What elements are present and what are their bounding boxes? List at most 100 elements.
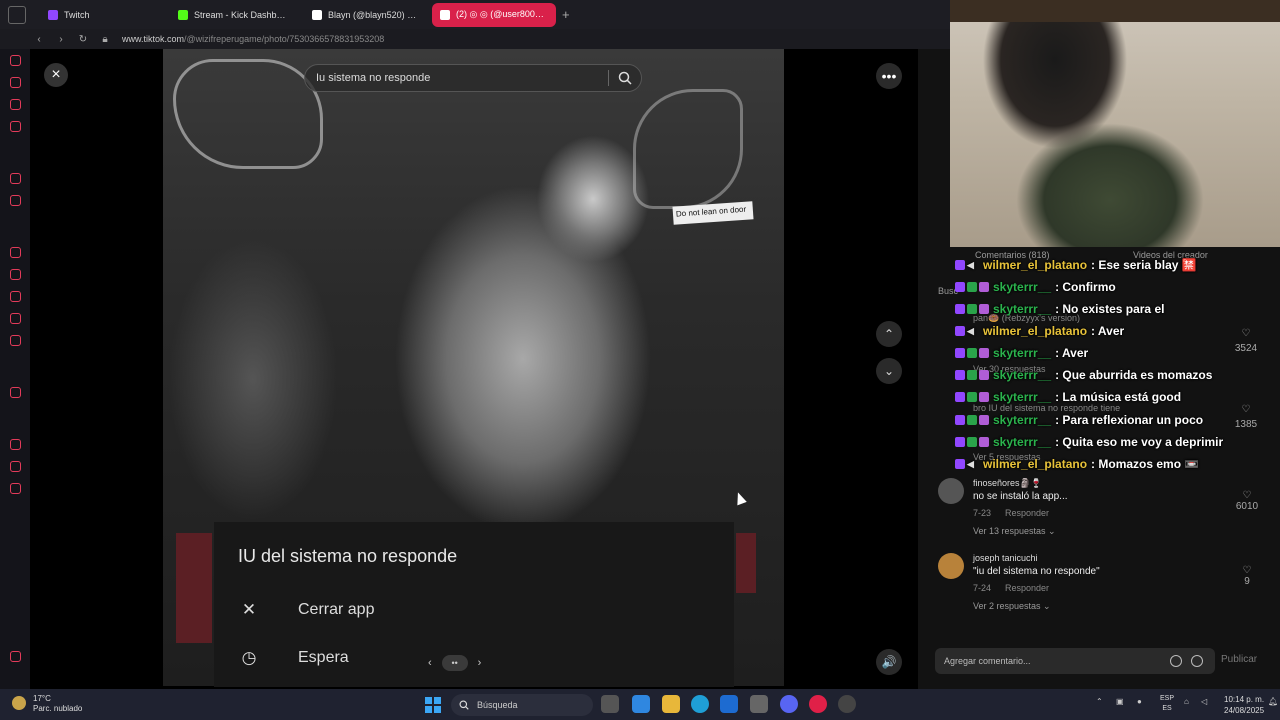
- language-indicator[interactable]: ESP ES: [1160, 694, 1174, 714]
- purple-badge-icon: [955, 415, 965, 425]
- reply-button[interactable]: Responder: [1005, 508, 1049, 518]
- like-count: 6010: [1235, 501, 1259, 512]
- close-app-option[interactable]: ✕ Cerrar app: [238, 600, 375, 620]
- url-field[interactable]: www.tiktok.com/@wizifreperugame/photo/75…: [122, 34, 384, 44]
- mention-icon[interactable]: [1170, 655, 1182, 667]
- search-input[interactable]: Iu sistema no responde: [316, 72, 608, 84]
- chat-message: ◀ wilmer_el_platano: Ese seria blay 🈲: [955, 258, 1197, 272]
- sidebar-app-icon[interactable]: [10, 651, 21, 662]
- taskbar-app-icon[interactable]: [750, 695, 768, 713]
- next-post-button[interactable]: ⌄: [876, 358, 902, 384]
- search-button[interactable]: [609, 71, 641, 85]
- network-icon[interactable]: ⌂: [1184, 697, 1189, 706]
- wait-option[interactable]: ◷ Espera: [238, 648, 349, 668]
- sidebar-app-icon[interactable]: [10, 387, 21, 398]
- green-badge-icon: [967, 282, 977, 292]
- chat-username[interactable]: skyterrr__: [993, 346, 1051, 360]
- sidebar-app-icon[interactable]: [10, 99, 21, 110]
- sidebar-app-icon[interactable]: [10, 269, 21, 280]
- taskbar-app-icon[interactable]: [601, 695, 619, 713]
- taskbar-app-icon[interactable]: [838, 695, 856, 713]
- avatar[interactable]: [938, 553, 964, 579]
- chat-username[interactable]: skyterrr__: [993, 280, 1051, 294]
- sidebar-app-icon[interactable]: [10, 121, 21, 132]
- workspace-icon[interactable]: [8, 5, 26, 24]
- heart-icon[interactable]: ♡: [1226, 404, 1266, 415]
- sidebar-app-icon[interactable]: [10, 247, 21, 258]
- dialog-title: IU del sistema no responde: [238, 546, 458, 566]
- sidebar-app-icon[interactable]: [10, 313, 21, 324]
- tray-chevron-icon[interactable]: ⌃: [1096, 697, 1103, 706]
- like-button[interactable]: ♡ 6010: [1232, 490, 1262, 512]
- new-tab-button[interactable]: +: [562, 7, 570, 22]
- heart-icon: ♡: [1242, 490, 1252, 501]
- taskbar-search[interactable]: Búsqueda: [451, 694, 593, 716]
- sidebar-app-icon[interactable]: [10, 461, 21, 472]
- publish-button[interactable]: Publicar: [1221, 654, 1257, 665]
- like-button[interactable]: ♡ 9: [1232, 565, 1262, 587]
- tray-app-icon[interactable]: ●: [1137, 697, 1142, 706]
- reply-button[interactable]: Responder: [1005, 583, 1049, 593]
- emoji-icon[interactable]: [1191, 655, 1203, 667]
- url-host: www.tiktok.com: [122, 34, 185, 44]
- avatar[interactable]: [938, 478, 964, 504]
- sidebar-app-icon[interactable]: [10, 483, 21, 494]
- sidebar-app-icon[interactable]: [10, 173, 21, 184]
- start-button[interactable]: [425, 697, 441, 713]
- search-bar[interactable]: Iu sistema no responde: [304, 64, 642, 92]
- sidebar-app-icon[interactable]: [10, 55, 21, 66]
- chat-username[interactable]: skyterrr__: [993, 435, 1051, 449]
- tab-tiktok-blayn[interactable]: Blayn (@blayn520) | TikTok: [304, 3, 426, 27]
- like-count: 9: [1244, 576, 1250, 587]
- url-path: /@wizifreperugame/photo/7530366578831953…: [184, 34, 385, 44]
- store-icon[interactable]: [720, 695, 738, 713]
- sub-badge-icon: [979, 415, 989, 425]
- kick-favicon-icon: [178, 9, 188, 20]
- chat-username[interactable]: skyterrr__: [993, 368, 1051, 382]
- pager-next-icon[interactable]: ›: [478, 657, 482, 669]
- tray-app-icon[interactable]: ▣: [1116, 697, 1124, 706]
- edge-icon[interactable]: [691, 695, 709, 713]
- comment-author[interactable]: finoseñores🗿🍷: [973, 478, 1042, 489]
- close-button[interactable]: ×: [44, 63, 68, 87]
- comment-meta: 7-23 Responder: [973, 508, 1049, 518]
- view-replies-button[interactable]: Ver 2 respuestas ⌄: [973, 601, 1051, 612]
- more-options-button[interactable]: •••: [876, 63, 902, 89]
- volume-button[interactable]: 🔊: [876, 649, 902, 675]
- chat-username[interactable]: wilmer_el_platano: [983, 258, 1087, 272]
- discord-icon[interactable]: [780, 695, 798, 713]
- sidebar-app-icon[interactable]: [10, 77, 21, 88]
- chat-username[interactable]: wilmer_el_platano: [983, 324, 1087, 338]
- volume-icon[interactable]: ◁: [1201, 697, 1207, 706]
- forward-icon[interactable]: ›: [52, 34, 70, 45]
- file-explorer-icon[interactable]: [662, 695, 680, 713]
- system-clock[interactable]: 10:14 p. m. 24/08/2025: [1224, 694, 1264, 716]
- tab-twitch[interactable]: Twitch: [40, 3, 164, 27]
- previous-post-button[interactable]: ⌃: [876, 321, 902, 347]
- reload-icon[interactable]: ↻: [74, 34, 92, 45]
- sidebar-app-icon[interactable]: [10, 335, 21, 346]
- comment-meta: 7-24 Responder: [973, 583, 1049, 593]
- weather-widget[interactable]: 17°C Parc. nublado: [12, 694, 82, 714]
- view-replies-button[interactable]: Ver 13 respuestas ⌄: [973, 526, 1056, 537]
- chat-username[interactable]: skyterrr__: [993, 302, 1051, 316]
- tab-tiktok-active[interactable]: (2) ◎ ◎ (@user8007…: [432, 2, 556, 27]
- comment-author[interactable]: joseph tanicuchi: [973, 553, 1038, 563]
- notification-icon[interactable]: 🔔︎: [1268, 697, 1278, 706]
- pager-prev-icon[interactable]: ‹: [428, 657, 432, 669]
- chat-username[interactable]: wilmer_el_platano: [983, 457, 1087, 471]
- sidebar-app-icon[interactable]: [10, 291, 21, 302]
- tab-kick-dashboard[interactable]: Stream - Kick Dashboard: [170, 3, 298, 27]
- opera-icon[interactable]: [809, 695, 827, 713]
- back-icon[interactable]: ‹: [30, 34, 48, 45]
- taskbar-app-icon[interactable]: [632, 695, 650, 713]
- comment-input[interactable]: Agregar comentario...: [935, 648, 1215, 674]
- sidebar-app-icon[interactable]: [10, 195, 21, 206]
- chat-username[interactable]: skyterrr__: [993, 390, 1051, 404]
- chat-username[interactable]: skyterrr__: [993, 413, 1051, 427]
- chat-text: : La música está good: [1055, 390, 1182, 404]
- sidebar-app-icon[interactable]: [10, 439, 21, 450]
- heart-icon: ♡: [1242, 565, 1252, 576]
- heart-icon[interactable]: ♡: [1226, 328, 1266, 339]
- purple-badge-icon: [955, 304, 965, 314]
